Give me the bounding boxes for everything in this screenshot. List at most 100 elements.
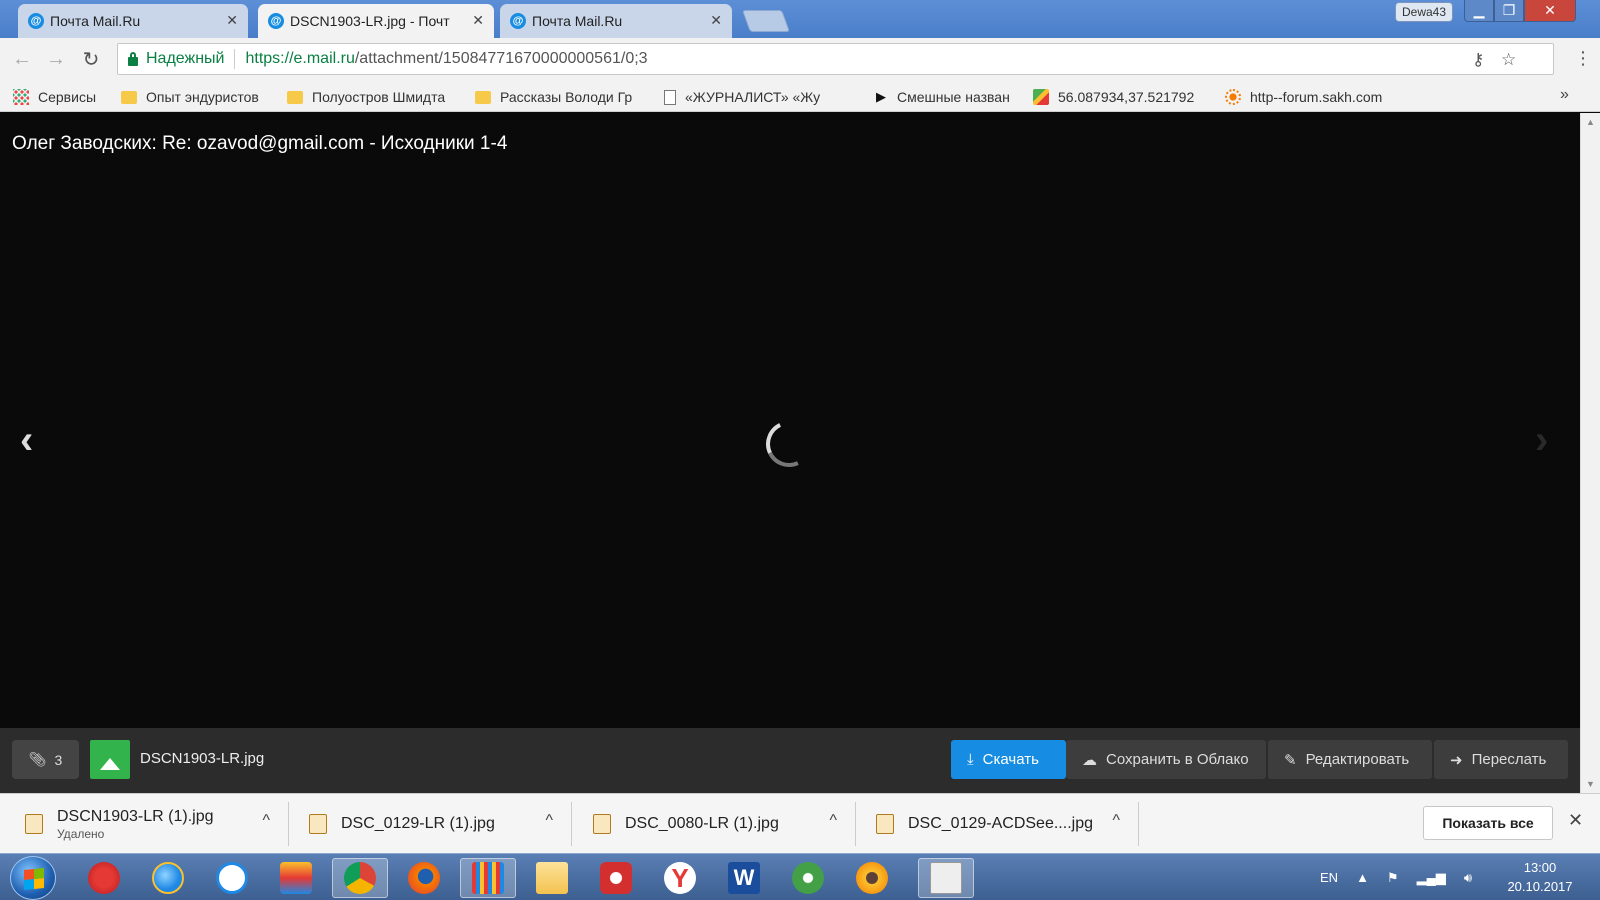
- download-status: Удалено: [57, 826, 105, 841]
- window-close-button[interactable]: ✕: [1524, 0, 1576, 22]
- taskbar-app-chrome[interactable]: [332, 858, 388, 898]
- download-button[interactable]: ⤓ Скачать: [951, 740, 1066, 779]
- close-icon[interactable]: ✕: [710, 12, 722, 29]
- attachments-count: 3: [54, 751, 63, 768]
- scrollbar[interactable]: ▲ ▼: [1580, 113, 1600, 793]
- bookmark-video[interactable]: ▶ Смешные назван: [876, 86, 1018, 108]
- play-icon: ▶: [876, 89, 886, 104]
- network-icon[interactable]: ▂▄▆: [1417, 870, 1446, 886]
- xnview-icon: [856, 862, 888, 894]
- chevron-up-icon[interactable]: ^: [1112, 812, 1120, 830]
- taskbar-app-sync[interactable]: [204, 858, 260, 898]
- taskbar-app-ie[interactable]: [140, 858, 196, 898]
- attachment-bar: 📎︎ 3 DSCN1903-LR.jpg ⤓ Скачать ☁ Сохрани…: [0, 728, 1580, 793]
- star-icon[interactable]: ☆: [1501, 50, 1516, 70]
- image-file-icon: [876, 814, 894, 834]
- taskbar-app-firefox[interactable]: [396, 858, 452, 898]
- forward-button[interactable]: ➜ Переслать: [1434, 740, 1568, 779]
- download-item[interactable]: DSCN1903-LR (1).jpg Удалено ^: [25, 794, 270, 854]
- key-icon[interactable]: ⚷: [1472, 50, 1484, 70]
- forward-label: Переслать: [1471, 751, 1547, 768]
- scroll-up-icon[interactable]: ▲: [1586, 117, 1595, 127]
- taskbar-app-window[interactable]: [918, 858, 974, 898]
- show-all-button[interactable]: Показать все: [1423, 806, 1553, 840]
- close-icon[interactable]: ✕: [226, 12, 238, 29]
- download-item[interactable]: DSC_0129-LR (1).jpg ^: [309, 794, 553, 854]
- address-bar[interactable]: Надежный https://e.mail.ru /attachment/1…: [117, 43, 1554, 75]
- bookmark-services[interactable]: Сервисы: [13, 86, 108, 108]
- chevron-right-icon[interactable]: ›: [1535, 418, 1548, 463]
- clock-date: 20.10.2017: [1507, 879, 1573, 894]
- profile-button[interactable]: Dewa43: [1395, 2, 1453, 22]
- menu-icon[interactable]: ⋮: [1574, 48, 1592, 69]
- close-icon[interactable]: ✕: [1568, 810, 1583, 831]
- media-app-icon: [280, 862, 312, 894]
- language-indicator[interactable]: EN: [1320, 870, 1338, 885]
- word-icon: W: [728, 862, 760, 894]
- divider: [1138, 802, 1139, 846]
- forward-arrow-icon[interactable]: →: [43, 46, 69, 72]
- bookmark-label: Опыт эндуристов: [146, 89, 259, 105]
- bookmark-folder[interactable]: Рассказы Володи Гр: [475, 86, 641, 108]
- save-to-cloud-label: Сохранить в Облако: [1106, 751, 1249, 768]
- minimize-button[interactable]: ▁: [1464, 0, 1494, 22]
- start-button[interactable]: [10, 856, 56, 900]
- ccleaner-icon: [88, 862, 120, 894]
- download-item[interactable]: DSC_0129-ACDSee....jpg ^: [876, 794, 1120, 854]
- tab-attachment[interactable]: @ DSCN1903-LR.jpg - Почт ✕: [258, 4, 494, 38]
- taskbar: Y W EN ▲ ⚑ ▂▄▆ 🔊︎ 13:00 20.10.2017: [0, 853, 1600, 900]
- edit-button[interactable]: ✎ Редактировать: [1268, 740, 1432, 779]
- bookmark-page[interactable]: «ЖУРНАЛИСТ» «Жу: [664, 86, 830, 108]
- taskbar-app-media[interactable]: [268, 858, 324, 898]
- taskbar-app-xnview[interactable]: [844, 858, 900, 898]
- folder-icon: [287, 90, 303, 104]
- clock-time: 13:00: [1523, 860, 1557, 875]
- lock-icon: [128, 51, 138, 66]
- flag-icon[interactable]: ⚑: [1387, 870, 1399, 886]
- tab-title: Почта Mail.Ru: [532, 13, 623, 29]
- taskbar-app-multimedia[interactable]: [460, 858, 516, 898]
- cloud-icon: ☁: [1082, 751, 1097, 769]
- tab-mail-2[interactable]: @ Почта Mail.Ru ✕: [500, 4, 732, 38]
- sun-icon: [1225, 89, 1241, 105]
- image-file-icon: [25, 814, 43, 834]
- chevron-up-icon[interactable]: ^: [829, 812, 837, 830]
- download-name: DSC_0080-LR (1).jpg: [625, 814, 779, 832]
- download-item[interactable]: DSC_0080-LR (1).jpg ^: [593, 794, 837, 854]
- bookmark-forum[interactable]: http--forum.sakh.com: [1225, 86, 1393, 108]
- tab-mail-1[interactable]: @ Почта Mail.Ru ✕: [18, 4, 248, 38]
- image-thumbnail[interactable]: [90, 740, 130, 779]
- bookmark-label: http--forum.sakh.com: [1250, 89, 1383, 105]
- clock[interactable]: 13:00 20.10.2017: [1495, 858, 1585, 896]
- chrome-icon: [344, 862, 376, 894]
- bookmark-folder[interactable]: Полуостров Шмидта: [287, 86, 457, 108]
- new-tab-button[interactable]: [741, 10, 791, 32]
- chevron-left-icon[interactable]: ‹: [20, 418, 33, 463]
- paperclip-icon: 📎︎: [28, 751, 47, 767]
- bookmark-map[interactable]: 56.087934,37.521792: [1033, 86, 1203, 108]
- forward-arrow-icon: ➜: [1450, 751, 1463, 769]
- save-to-cloud-button[interactable]: ☁ Сохранить в Облако: [1066, 740, 1266, 779]
- taskbar-app-explorer[interactable]: [524, 858, 580, 898]
- taskbar-app-ccleaner[interactable]: [76, 858, 132, 898]
- close-icon[interactable]: ✕: [472, 12, 484, 29]
- chevron-right-icon[interactable]: »: [1560, 86, 1569, 104]
- windows-logo-icon: [24, 867, 44, 891]
- chevron-up-icon[interactable]: ^: [545, 812, 553, 830]
- taskbar-app-word[interactable]: W: [716, 858, 772, 898]
- chevron-up-icon[interactable]: ^: [262, 812, 270, 830]
- bookmark-folder[interactable]: Опыт эндуристов: [121, 86, 271, 108]
- taskbar-app-yandex[interactable]: Y: [652, 858, 708, 898]
- scroll-down-icon[interactable]: ▼: [1586, 779, 1595, 789]
- edit-wand-icon: ✎: [1284, 751, 1297, 769]
- attachments-count-button[interactable]: 📎︎ 3: [12, 740, 79, 779]
- back-arrow-icon[interactable]: ←: [9, 46, 35, 72]
- volume-icon[interactable]: 🔊︎: [1464, 870, 1472, 886]
- chevron-up-icon[interactable]: ▲: [1356, 870, 1369, 885]
- maximize-button[interactable]: ❐: [1494, 0, 1524, 22]
- reload-icon[interactable]: ↻: [78, 46, 104, 72]
- taskbar-app-green[interactable]: [780, 858, 836, 898]
- apps-grid-icon: [13, 89, 29, 105]
- download-label: Скачать: [982, 751, 1039, 768]
- taskbar-app-camera[interactable]: [588, 858, 644, 898]
